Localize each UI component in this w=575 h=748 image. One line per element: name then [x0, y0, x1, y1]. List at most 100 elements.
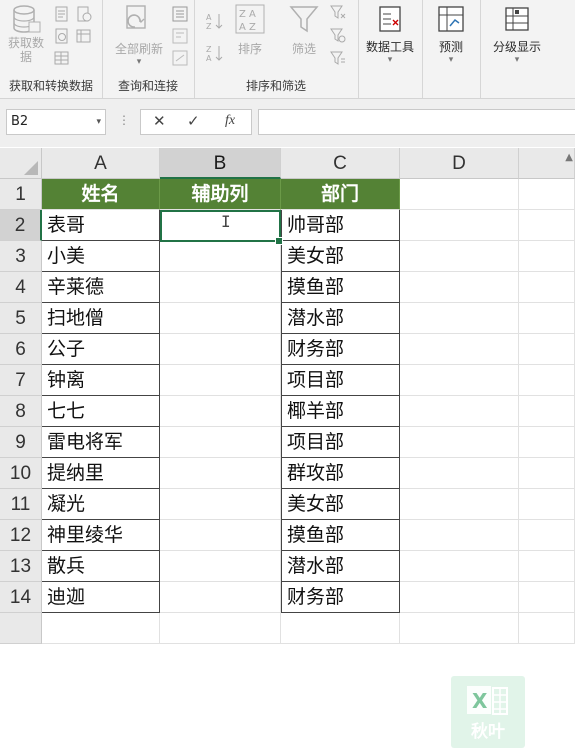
empty-cell[interactable] — [519, 210, 575, 241]
table-cell[interactable]: 摸鱼部 — [281, 520, 400, 551]
row-header[interactable]: 13 — [0, 551, 42, 582]
cancel-icon[interactable]: ✕ — [153, 112, 166, 130]
sort-button[interactable]: Z A A Z 排序 — [230, 2, 270, 57]
helper-cell[interactable] — [160, 303, 281, 334]
empty-cell[interactable] — [400, 303, 519, 334]
row-header[interactable]: 7 — [0, 365, 42, 396]
header-cell[interactable]: 部门 — [281, 179, 400, 210]
table-cell[interactable]: 潜水部 — [281, 303, 400, 334]
empty-cell[interactable] — [400, 520, 519, 551]
empty-cell[interactable] — [519, 520, 575, 551]
empty-cell[interactable] — [400, 272, 519, 303]
helper-cell[interactable] — [160, 427, 281, 458]
empty-cell[interactable] — [400, 427, 519, 458]
empty-cell[interactable] — [400, 489, 519, 520]
data-tools-button[interactable]: 数据工具 ▾ — [360, 2, 420, 65]
empty-cell[interactable] — [519, 241, 575, 272]
properties-icon[interactable] — [172, 28, 188, 44]
empty-cell[interactable] — [400, 210, 519, 241]
empty-cell[interactable] — [519, 613, 575, 644]
helper-cell[interactable] — [160, 520, 281, 551]
table-cell[interactable]: 散兵 — [42, 551, 160, 582]
from-table-icon[interactable] — [54, 50, 70, 66]
chevron-down-icon[interactable]: ▾ — [96, 110, 101, 134]
clear-filter-icon[interactable] — [330, 4, 346, 20]
row-header[interactable]: 1 — [0, 179, 42, 210]
empty-cell[interactable] — [519, 365, 575, 396]
column-header-C[interactable]: C — [281, 148, 400, 179]
column-header-D[interactable]: D — [400, 148, 519, 179]
header-cell[interactable]: 姓名 — [42, 179, 160, 210]
existing-connections-icon[interactable] — [76, 28, 92, 44]
helper-cell[interactable] — [160, 241, 281, 272]
scroll-up-icon[interactable]: ▲ — [565, 152, 573, 163]
empty-cell[interactable] — [519, 396, 575, 427]
recent-sources-icon[interactable] — [76, 6, 92, 22]
table-cell[interactable]: 辛莱德 — [42, 272, 160, 303]
table-cell[interactable]: 美女部 — [281, 241, 400, 272]
empty-cell[interactable] — [160, 613, 281, 644]
table-cell[interactable]: 项目部 — [281, 427, 400, 458]
empty-cell[interactable] — [400, 551, 519, 582]
header-cell[interactable]: 辅助列 — [160, 179, 281, 210]
table-cell[interactable]: 凝光 — [42, 489, 160, 520]
select-all-button[interactable] — [0, 148, 42, 179]
empty-cell[interactable] — [519, 489, 575, 520]
sort-desc-icon[interactable]: ZA — [206, 44, 223, 63]
empty-cell[interactable] — [281, 613, 400, 644]
row-header[interactable] — [0, 613, 42, 644]
from-web-icon[interactable] — [54, 28, 70, 44]
table-cell[interactable]: 群攻部 — [281, 458, 400, 489]
table-cell[interactable]: 表哥 — [42, 210, 160, 241]
formula-input[interactable] — [258, 109, 575, 135]
empty-cell[interactable] — [519, 303, 575, 334]
drag-handle-icon[interactable]: ⋮ — [118, 113, 130, 127]
table-cell[interactable]: 钟离 — [42, 365, 160, 396]
empty-cell[interactable] — [519, 179, 575, 210]
name-box[interactable]: B2 ▾ — [6, 109, 106, 135]
edit-links-icon[interactable] — [172, 50, 188, 66]
empty-cell[interactable] — [400, 241, 519, 272]
helper-cell[interactable] — [160, 334, 281, 365]
empty-cell[interactable] — [519, 334, 575, 365]
table-cell[interactable]: 雷电将军 — [42, 427, 160, 458]
row-header[interactable]: 3 — [0, 241, 42, 272]
enter-icon[interactable]: ✓ — [187, 112, 200, 130]
helper-cell[interactable] — [160, 489, 281, 520]
forecast-button[interactable]: 预测 ▾ — [426, 2, 476, 65]
row-header[interactable]: 4 — [0, 272, 42, 303]
table-cell[interactable]: 椰羊部 — [281, 396, 400, 427]
row-header[interactable]: 8 — [0, 396, 42, 427]
advanced-filter-icon[interactable] — [330, 50, 346, 66]
empty-cell[interactable] — [400, 458, 519, 489]
helper-cell[interactable] — [160, 551, 281, 582]
empty-cell[interactable] — [400, 582, 519, 613]
empty-cell[interactable] — [400, 179, 519, 210]
fill-handle[interactable] — [275, 237, 283, 245]
helper-cell[interactable] — [160, 458, 281, 489]
empty-cell[interactable] — [42, 613, 160, 644]
table-cell[interactable]: 摸鱼部 — [281, 272, 400, 303]
from-text-icon[interactable] — [54, 6, 70, 22]
table-cell[interactable]: 美女部 — [281, 489, 400, 520]
column-header-A[interactable]: A — [42, 148, 160, 179]
empty-cell[interactable] — [519, 458, 575, 489]
refresh-all-button[interactable]: 全部刷新 ▾ — [110, 2, 168, 67]
table-cell[interactable]: 公子 — [42, 334, 160, 365]
helper-cell[interactable] — [160, 396, 281, 427]
helper-cell[interactable] — [160, 365, 281, 396]
helper-cell[interactable] — [160, 272, 281, 303]
empty-cell[interactable] — [400, 396, 519, 427]
table-cell[interactable]: 帅哥部 — [281, 210, 400, 241]
get-data-button[interactable]: 获取数 据 — [4, 2, 48, 64]
table-cell[interactable]: 项目部 — [281, 365, 400, 396]
table-cell[interactable]: 七七 — [42, 396, 160, 427]
empty-cell[interactable] — [519, 272, 575, 303]
insert-function-icon[interactable]: fx — [225, 113, 235, 129]
filter-button[interactable]: 筛选 — [286, 2, 322, 57]
queries-connections-icon[interactable] — [172, 6, 188, 22]
sort-asc-icon[interactable]: AZ — [206, 12, 223, 31]
table-cell[interactable]: 小美 — [42, 241, 160, 272]
table-cell[interactable]: 迪迦 — [42, 582, 160, 613]
empty-cell[interactable] — [519, 551, 575, 582]
